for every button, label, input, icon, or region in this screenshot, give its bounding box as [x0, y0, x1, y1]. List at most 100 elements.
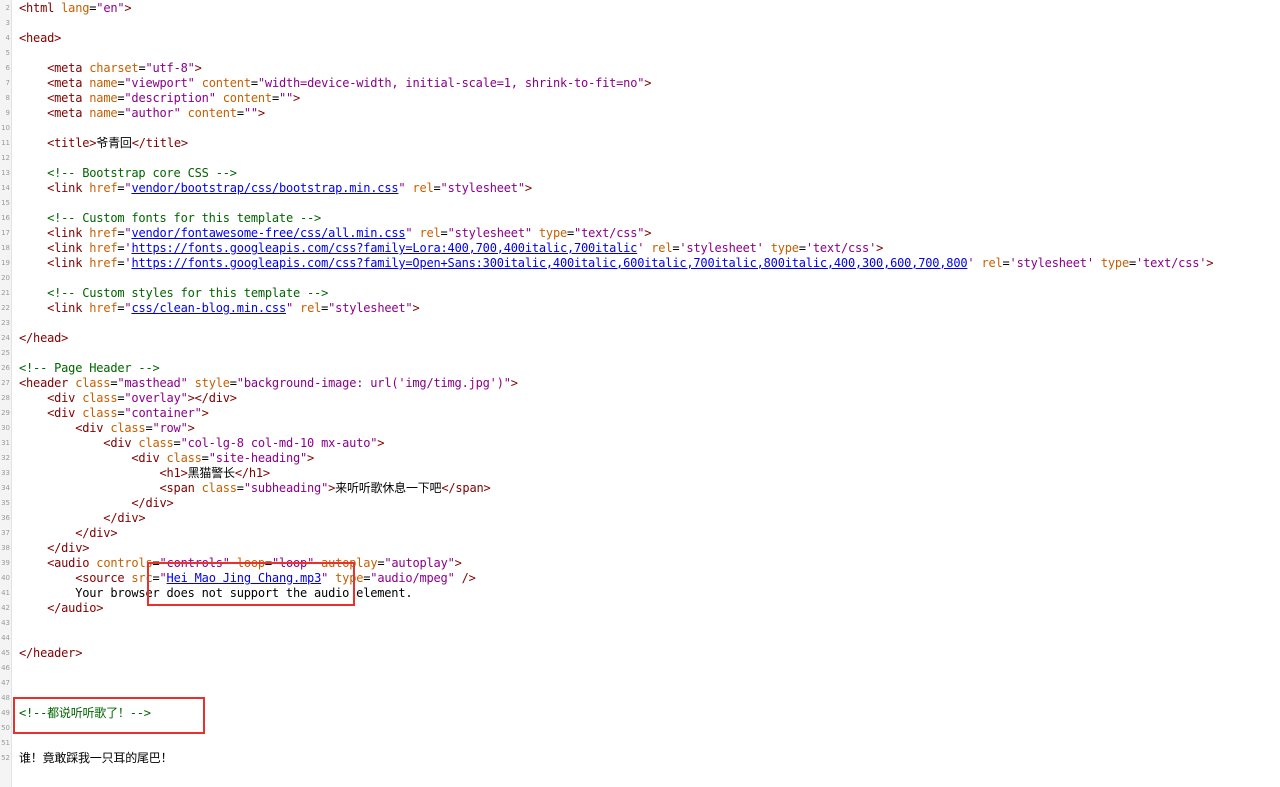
code-text: <span class="subheading">来听听歌休息一下吧</span… [19, 481, 491, 496]
line-number: 9 [5, 109, 10, 117]
text-token: = [229, 376, 237, 390]
text-token: = [1002, 256, 1010, 270]
value-token: "row" [152, 421, 188, 435]
tag-token: <link [47, 301, 90, 315]
line-number: 37 [1, 529, 10, 537]
value-token: "" [243, 106, 258, 120]
code-text: 谁！竟敢踩我一只耳的尾巴！ [19, 751, 173, 766]
tag-token: </head> [19, 331, 69, 345]
code-line: 34 <span class="subheading">来听听歌休息一下吧</s… [0, 481, 1280, 496]
text-token: 谁！竟敢踩我一只耳的尾巴！ [19, 751, 173, 765]
text-token: = [433, 181, 441, 195]
code-text: <meta name="author" content=""> [19, 106, 265, 121]
link-token[interactable]: css/clean-blog.min.css [131, 301, 286, 315]
code-text: <!-- Bootstrap core CSS --> [19, 166, 237, 181]
tag-token: <meta [47, 106, 90, 120]
line-number: 23 [1, 319, 10, 327]
text-token: = [236, 106, 244, 120]
attribute-token: name [89, 76, 118, 90]
code-text: <link href="vendor/fontawesome-free/css/… [19, 226, 651, 241]
value-token: "en" [96, 1, 125, 15]
link-token[interactable]: https://fonts.googleapis.com/css?family=… [131, 241, 637, 255]
link-token[interactable]: https://fonts.googleapis.com/css?family=… [131, 256, 967, 270]
code-line: 31 <div class="col-lg-8 col-md-10 mx-aut… [0, 436, 1280, 451]
code-line: 22 <link href="css/clean-blog.min.css" r… [0, 301, 1280, 316]
tag-token: <header [19, 376, 76, 390]
code-line: 17 <link href="vendor/fontawesome-free/c… [0, 226, 1280, 241]
text-token: = [440, 226, 448, 240]
line-number: 2 [5, 4, 10, 12]
code-line: 38 </div> [0, 541, 1280, 556]
line-number: 3 [5, 19, 10, 27]
link-token[interactable]: vendor/fontawesome-free/css/all.min.css [131, 226, 405, 240]
code-text: <div class="row"> [19, 421, 195, 436]
tag-token: <div [75, 421, 111, 435]
code-line: 25 [0, 346, 1280, 361]
attribute-token: type [1100, 256, 1129, 270]
code-text: <h1>黑猫警长</h1> [19, 466, 271, 481]
code-line: 28 <div class="overlay"></div> [0, 391, 1280, 406]
comment-token: <!-- Bootstrap core CSS --> [47, 166, 237, 180]
tag-token: <link [47, 226, 90, 240]
code-text: </div> [19, 526, 117, 541]
line-number: 10 [1, 124, 10, 132]
code-line: 37 </div> [0, 526, 1280, 541]
line-number: 26 [1, 364, 10, 372]
tag-token: </div> [47, 541, 90, 555]
value-token: "container" [124, 406, 202, 420]
code-line: 13 <!-- Bootstrap core CSS --> [0, 166, 1280, 181]
line-number: 4 [5, 34, 10, 42]
value-token: "width=device-width, initial-scale=1, sh… [257, 76, 645, 90]
code-text: <div class="site-heading"> [19, 451, 314, 466]
value-token: "author" [124, 106, 181, 120]
code-text: <meta name="description" content=""> [19, 91, 300, 106]
value-token: "utf-8" [145, 61, 195, 75]
tag-token: > [644, 76, 652, 90]
tag-token: <meta [47, 91, 90, 105]
line-number: 24 [1, 334, 10, 342]
text-token: = [798, 241, 806, 255]
line-number: 38 [1, 544, 10, 552]
value-token: "audio/mpeg" [370, 571, 455, 585]
text-token: = [567, 226, 575, 240]
code-line: 44 [0, 631, 1280, 646]
link-token[interactable]: vendor/bootstrap/css/bootstrap.min.css [131, 181, 398, 195]
line-number: 50 [1, 724, 10, 732]
line-number: 32 [1, 454, 10, 462]
tag-token: <source [75, 571, 132, 585]
attribute-token: content [222, 91, 272, 105]
code-line: 30 <div class="row"> [0, 421, 1280, 436]
code-text: </div> [19, 496, 174, 511]
code-line: 4 <head> [0, 31, 1280, 46]
line-number: 11 [1, 139, 10, 147]
code-text: <link href='https://fonts.googleapis.com… [19, 241, 883, 256]
attribute-token: controls [96, 556, 153, 570]
value-token: "background-image: url('img/timg.jpg')" [236, 376, 511, 390]
line-number: 6 [5, 64, 10, 72]
code-text: <div class="container"> [19, 406, 209, 421]
attribute-token: href [89, 301, 118, 315]
tag-token: /> [461, 571, 476, 585]
attribute-token: class [138, 436, 174, 450]
code-line: 46 [0, 661, 1280, 676]
code-line: 26 <!-- Page Header --> [0, 361, 1280, 376]
code-line: 9 <meta name="author" content=""> [0, 106, 1280, 121]
tag-token: </div> [131, 496, 174, 510]
tag-token: <span [159, 481, 202, 495]
code-line: 7 <meta name="viewport" content="width=d… [0, 76, 1280, 91]
line-number: 5 [5, 49, 10, 57]
tag-token: </div> [103, 511, 146, 525]
code-text: <div class="col-lg-8 col-md-10 mx-auto"> [19, 436, 384, 451]
